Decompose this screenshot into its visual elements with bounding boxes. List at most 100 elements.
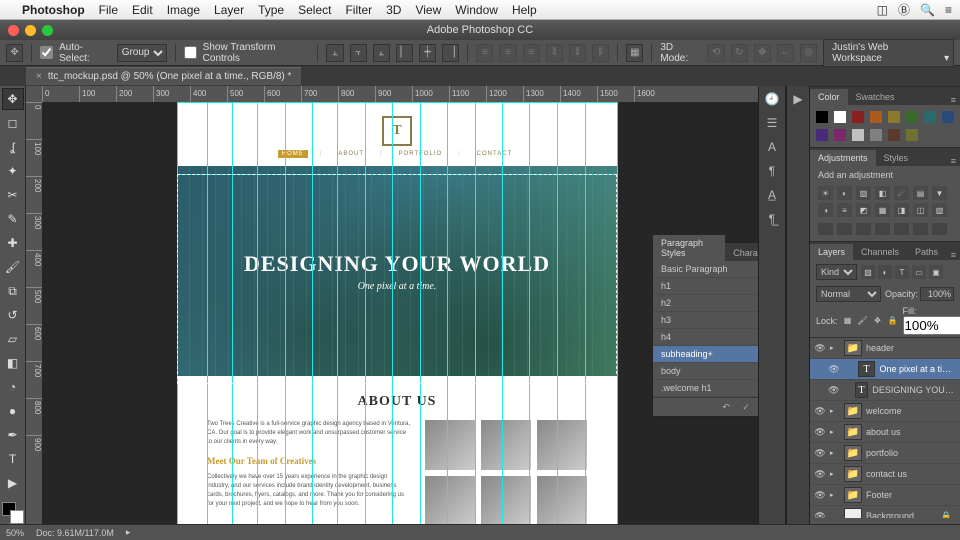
paragraph-style-item[interactable]: h2	[653, 295, 758, 312]
color-swatch[interactable]	[2, 502, 24, 524]
lock-all-icon[interactable]: 🔒	[887, 315, 899, 327]
properties-panel-icon[interactable]: ☰	[767, 116, 778, 130]
disclosure-icon[interactable]: ▸	[830, 470, 840, 478]
disclosure-icon[interactable]: ▸	[830, 407, 840, 415]
paragraph-style-item[interactable]: body	[653, 363, 758, 380]
disclosure-icon[interactable]: ▸	[830, 449, 840, 457]
ruler-horizontal[interactable]: 0100200300400500600700800900100011001200…	[42, 86, 758, 102]
layer-name[interactable]: Footer	[866, 490, 892, 500]
minimize-window-icon[interactable]	[25, 25, 36, 36]
filter-shape-icon[interactable]: ▭	[912, 265, 926, 279]
close-tab-icon[interactable]: ×	[36, 71, 42, 82]
brush-tool[interactable]: 🖌	[2, 256, 24, 278]
disclosure-icon[interactable]: ▸	[830, 428, 840, 436]
align-top-icon[interactable]: ⫠	[326, 44, 343, 62]
align-vcenter-icon[interactable]: ⫟	[350, 44, 367, 62]
layer-row[interactable]: 👁▸📁contact us	[810, 464, 960, 485]
swatch[interactable]	[852, 111, 864, 123]
swatch[interactable]	[906, 111, 918, 123]
menu-3d[interactable]: 3D	[386, 3, 401, 17]
paragraph-styles-panel[interactable]: Paragraph Styles Character »≡ Basic Para…	[652, 242, 758, 417]
layer-list[interactable]: 👁▸📁header👁TOne pixel at a time.👁TDESIGNI…	[810, 338, 960, 518]
filter-type-icon[interactable]: T	[895, 265, 909, 279]
menu-view[interactable]: View	[415, 3, 441, 17]
cc-icon[interactable]: ◫	[877, 3, 888, 17]
lock-transparent-icon[interactable]: ▦	[842, 315, 854, 327]
swatch[interactable]	[924, 111, 936, 123]
ruler-vertical[interactable]: 0100200300400500600700800900	[26, 102, 42, 524]
path-selection-tool[interactable]: ▶	[2, 472, 24, 494]
type-tool[interactable]: T	[2, 448, 24, 470]
menu-extras-icon[interactable]: ≡	[945, 3, 952, 17]
visibility-icon[interactable]: 👁	[814, 448, 826, 459]
filter-pixel-icon[interactable]: ▧	[861, 265, 875, 279]
layer-name[interactable]: contact us	[866, 469, 907, 479]
filter-smart-icon[interactable]: ▣	[929, 265, 943, 279]
magic-wand-tool[interactable]: ✦	[2, 160, 24, 182]
blur-tool[interactable]: ◔	[2, 376, 24, 398]
workspace-dropdown[interactable]: Justin's Web Workspace	[823, 39, 954, 67]
paragraph-style-item[interactable]: Basic Paragraph	[653, 261, 758, 278]
swatch[interactable]	[816, 111, 828, 123]
align-left-icon[interactable]: ▏	[396, 44, 413, 62]
show-transform-checkbox[interactable]	[184, 46, 197, 59]
swatch[interactable]	[852, 129, 864, 141]
menu-file[interactable]: File	[99, 3, 118, 17]
document-tab[interactable]: × ttc_mockup.psd @ 50% (One pixel at a t…	[26, 67, 301, 85]
history-brush-tool[interactable]: ↺	[2, 304, 24, 326]
adjustments-menu-icon[interactable]: ≡	[947, 154, 960, 166]
crop-tool[interactable]: ✂	[2, 184, 24, 206]
ruler-origin[interactable]	[26, 86, 42, 102]
lock-position-icon[interactable]: ✥	[872, 315, 884, 327]
adjustment-icons[interactable]: ☀◐▨◧☄▤▼ ◑≡◩▦◨◫▧	[810, 182, 960, 221]
visibility-icon[interactable]: 👁	[814, 406, 826, 417]
visibility-icon[interactable]: 👁	[814, 490, 826, 501]
clear-override-icon[interactable]: ↶	[719, 401, 733, 413]
layer-row[interactable]: 👁▸📁header	[810, 338, 960, 359]
swatch[interactable]	[942, 111, 954, 123]
swatch[interactable]	[870, 111, 882, 123]
menu-window[interactable]: Window	[455, 3, 498, 17]
para-styles-panel-icon[interactable]: ¶̲	[769, 212, 775, 226]
canvas-area[interactable]: 0100200300400500600700800900100011001200…	[26, 86, 758, 524]
swatch[interactable]	[888, 111, 900, 123]
clone-stamp-tool[interactable]: ⧉	[2, 280, 24, 302]
lasso-tool[interactable]: ʆ	[2, 136, 24, 158]
menu-layer[interactable]: Layer	[214, 3, 244, 17]
disclosure-icon[interactable]: ▸	[830, 491, 840, 499]
align-hcenter-icon[interactable]: ┿	[419, 44, 436, 62]
visibility-icon[interactable]: 👁	[814, 427, 826, 438]
tab-channels[interactable]: Channels	[853, 244, 907, 260]
lock-pixels-icon[interactable]: 🖌	[857, 315, 869, 327]
layers-menu-icon[interactable]: ≡	[947, 248, 960, 260]
redefine-style-icon[interactable]: ✓	[739, 401, 753, 413]
filter-adjust-icon[interactable]: ◐	[878, 265, 892, 279]
layer-filter-kind[interactable]: Kind	[816, 264, 857, 280]
search-icon[interactable]: 🔍	[920, 3, 935, 17]
tab-layers[interactable]: Layers	[810, 244, 853, 260]
dodge-tool[interactable]: ●	[2, 400, 24, 422]
tab-character-styles[interactable]: Character	[725, 245, 758, 261]
layer-name[interactable]: about us	[866, 427, 901, 437]
tab-styles[interactable]: Styles	[876, 150, 917, 166]
tab-adjustments[interactable]: Adjustments	[810, 150, 876, 166]
layer-row[interactable]: 👁▸📁welcome	[810, 401, 960, 422]
layer-name[interactable]: header	[866, 343, 894, 353]
tab-paths[interactable]: Paths	[907, 244, 946, 260]
swatch[interactable]	[816, 129, 828, 141]
disclosure-icon[interactable]: ▸	[830, 344, 840, 352]
layer-row[interactable]: 👁TDESIGNING YOUR WORLD	[810, 380, 960, 401]
menu-select[interactable]: Select	[298, 3, 331, 17]
menu-app[interactable]: Photoshop	[22, 3, 85, 17]
layer-row[interactable]: 👁TOne pixel at a time.	[810, 359, 960, 380]
align-bottom-icon[interactable]: ⫠	[373, 44, 390, 62]
menu-help[interactable]: Help	[512, 3, 537, 17]
swatch-row[interactable]	[810, 105, 960, 147]
visibility-icon[interactable]: 👁	[814, 469, 826, 480]
status-chevron-icon[interactable]: ▸	[126, 527, 131, 538]
layer-name[interactable]: DESIGNING YOUR WORLD	[872, 385, 956, 395]
visibility-icon[interactable]: 👁	[828, 364, 840, 375]
layer-name[interactable]: portfolio	[866, 448, 898, 458]
swatch[interactable]	[834, 111, 846, 123]
layer-name[interactable]: One pixel at a time.	[879, 364, 956, 374]
